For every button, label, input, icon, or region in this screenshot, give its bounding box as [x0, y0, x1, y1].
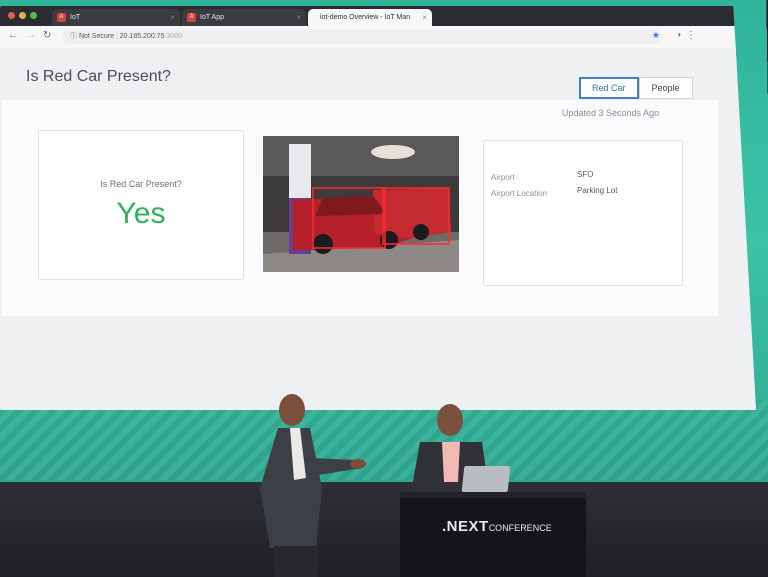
- maximize-window-icon[interactable]: [30, 12, 37, 19]
- close-window-icon[interactable]: [8, 12, 15, 19]
- conference-photo: A IoT × A IoT App × iot-demo Overview - …: [0, 0, 768, 577]
- podium: .NEXTCONFERENCE: [400, 492, 586, 577]
- presenter-standing: [260, 394, 366, 577]
- extension-icon[interactable]: ◗: [677, 30, 682, 39]
- people-toggle[interactable]: People: [638, 77, 693, 99]
- airport-label: Airport: [491, 173, 515, 182]
- tab-iot-demo-overview[interactable]: iot-demo Overview - IoT Man ×: [308, 9, 432, 26]
- airport-location-value: Parking Lot: [577, 186, 618, 195]
- updated-status: Updated 3 Seconds Ago: [562, 108, 660, 118]
- detection-question: Is Red Car Present?: [100, 179, 182, 189]
- conference-label: CONFERENCE: [488, 523, 552, 533]
- close-tab-icon[interactable]: ×: [296, 9, 301, 26]
- airport-value: SFO: [577, 170, 594, 179]
- view-toggle: Red Car People: [579, 77, 693, 99]
- detection-card: Is Red Car Present? Yes: [38, 130, 244, 280]
- camera-snapshot: [263, 136, 459, 272]
- backdrop-pattern: [0, 400, 768, 480]
- browser-tab-strip: A IoT × A IoT App × iot-demo Overview - …: [0, 6, 756, 26]
- security-status: Not Secure: [78, 33, 114, 40]
- url-host: 20.185.200.75: [119, 33, 165, 40]
- page-title: Is Red Car Present?: [26, 68, 171, 85]
- browser-toolbar: ← → ↻ ⓘ Not Secure | 20.185.200.75:3000 …: [0, 26, 756, 49]
- tab-label: iot-demo Overview - IoT Man: [320, 14, 411, 21]
- parking-garage-image: [263, 136, 459, 272]
- forward-icon[interactable]: →: [26, 30, 36, 41]
- projected-screen: A IoT × A IoT App × iot-demo Overview - …: [0, 6, 756, 410]
- minimize-window-icon[interactable]: [19, 12, 26, 19]
- close-tab-icon[interactable]: ×: [422, 9, 427, 26]
- url-port: :3000: [164, 33, 182, 40]
- address-bar[interactable]: ⓘ Not Secure | 20.185.200.75:3000: [62, 29, 662, 44]
- info-icon[interactable]: ⓘ: [70, 33, 77, 40]
- close-tab-icon[interactable]: ×: [170, 9, 175, 26]
- tab-iot-app[interactable]: A IoT App ×: [182, 9, 306, 26]
- angular-icon: A: [57, 13, 66, 22]
- bookmark-star-icon[interactable]: ★: [652, 30, 660, 41]
- angular-icon: A: [187, 13, 196, 22]
- stage-floor: [0, 482, 768, 577]
- tab-label: IoT: [70, 14, 81, 21]
- laptop: [461, 466, 511, 492]
- detection-answer: Yes: [116, 197, 166, 230]
- reload-icon[interactable]: ↻: [43, 30, 51, 41]
- tab-label: IoT App: [200, 14, 225, 21]
- red-car-toggle[interactable]: Red Car: [579, 77, 639, 99]
- menu-icon[interactable]: ⋮: [686, 30, 696, 41]
- app-page: Is Red Car Present? Red Car People Updat…: [0, 48, 756, 410]
- airport-location-label: Airport Location: [491, 189, 548, 198]
- podium-logo: .NEXTCONFERENCE: [442, 518, 552, 535]
- tab-iot[interactable]: A IoT ×: [52, 9, 180, 26]
- location-card: Airport SFO Airport Location Parking Lot: [483, 140, 683, 286]
- back-icon[interactable]: ←: [8, 30, 18, 41]
- next-brand: .NEXT: [442, 518, 489, 535]
